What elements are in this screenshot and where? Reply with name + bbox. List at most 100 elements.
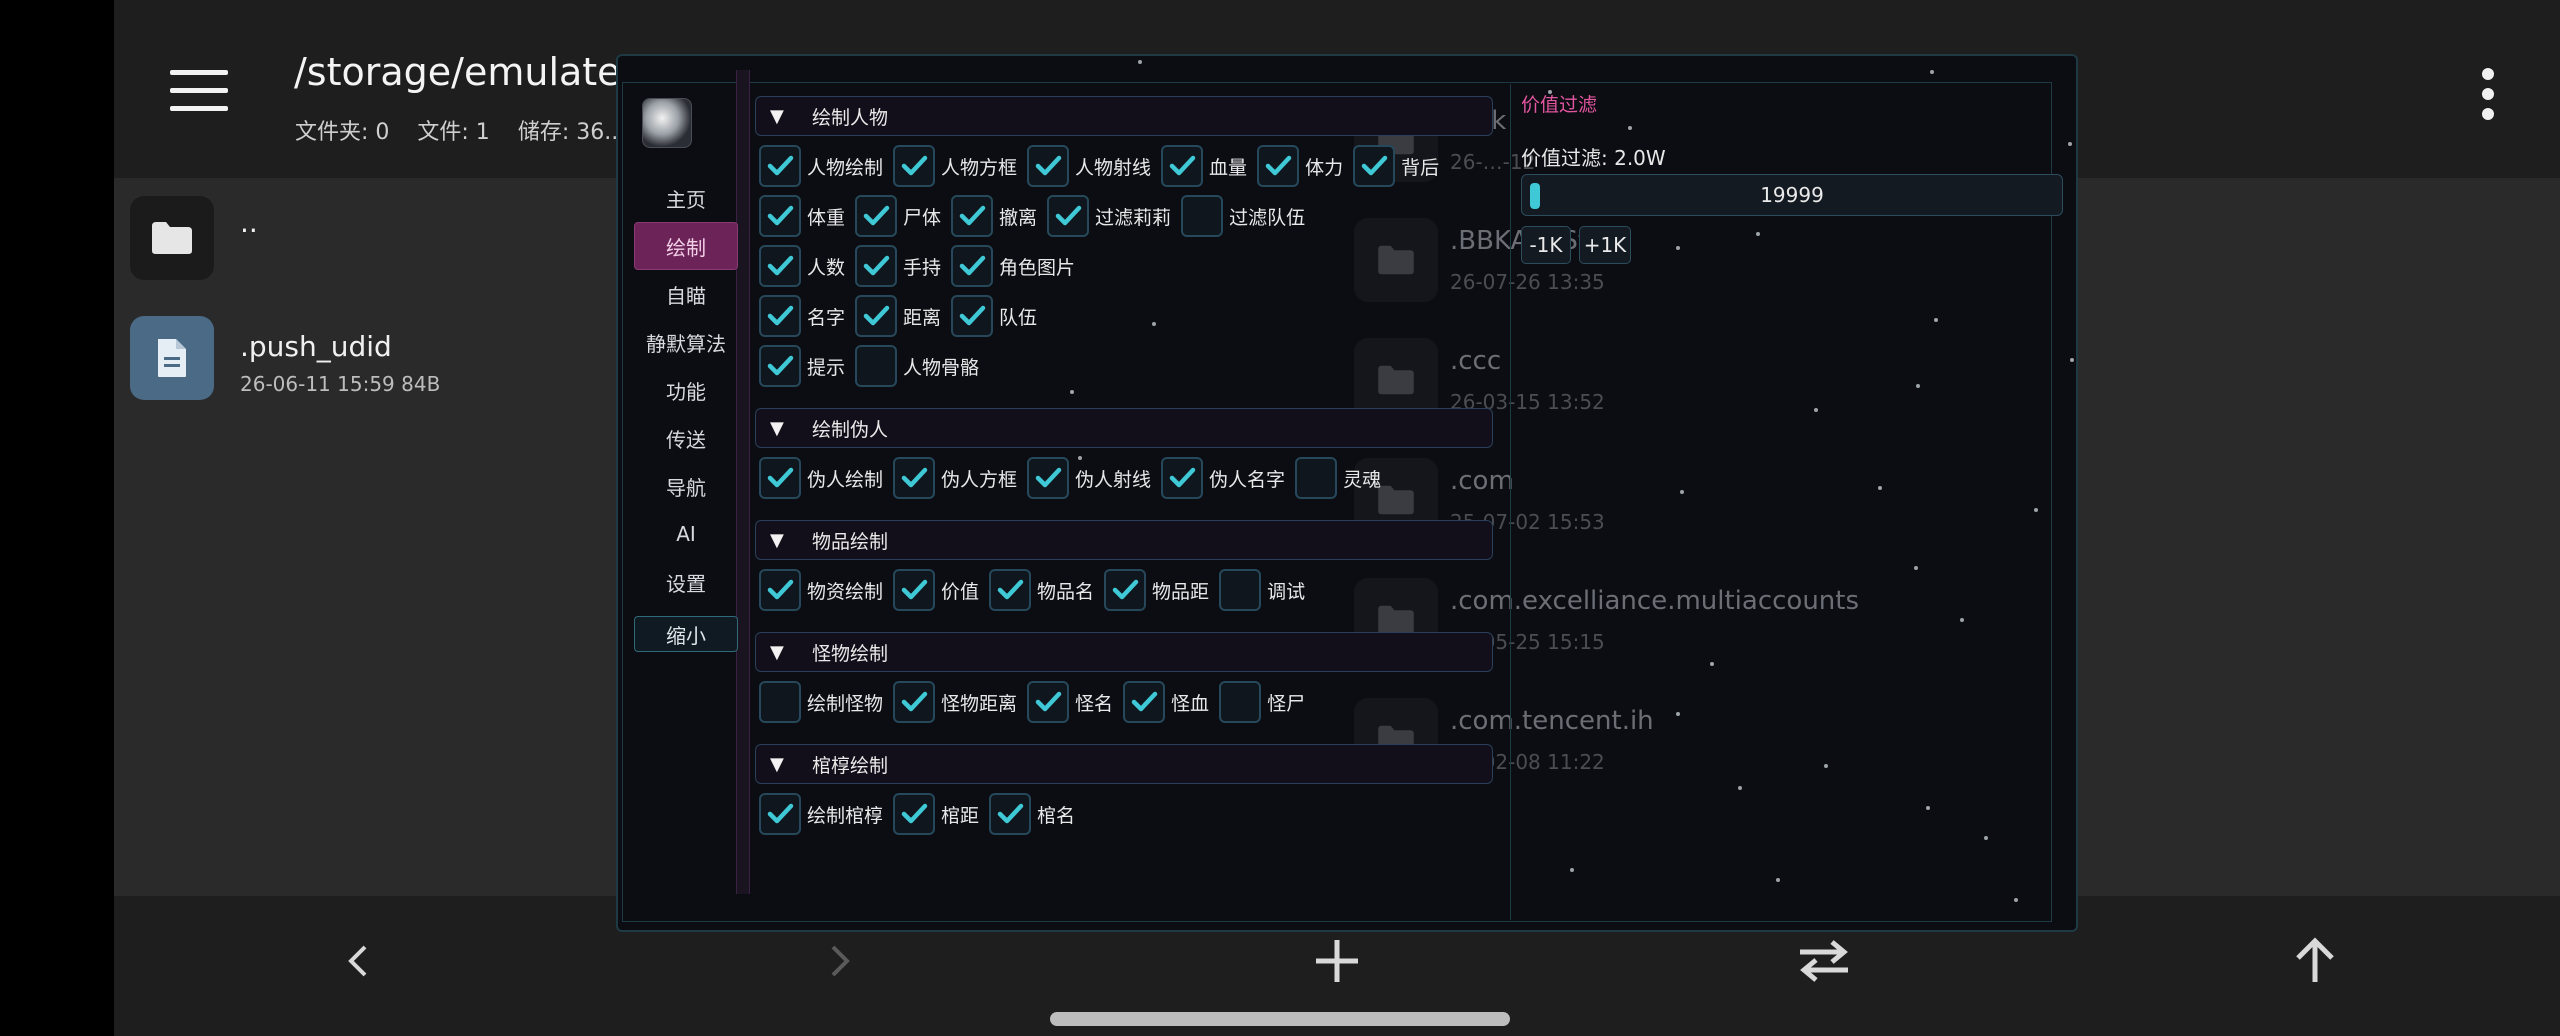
option-toggle[interactable]: 怪名 bbox=[1027, 681, 1117, 723]
menu-icon[interactable] bbox=[170, 70, 228, 112]
sidebar-item[interactable]: 设置 bbox=[634, 558, 738, 606]
option-toggle[interactable]: 过滤队伍 bbox=[1181, 195, 1309, 237]
option-toggle[interactable]: 伪人绘制 bbox=[759, 457, 887, 499]
option-toggle[interactable]: 人物绘制 bbox=[759, 145, 887, 187]
sidebar-item[interactable]: AI bbox=[634, 510, 738, 558]
checkbox-checked[interactable] bbox=[759, 295, 801, 337]
checkbox-unchecked[interactable] bbox=[1219, 569, 1262, 611]
option-toggle[interactable]: 尸体 bbox=[855, 195, 945, 237]
checkbox-unchecked[interactable] bbox=[1181, 195, 1224, 237]
checkbox-checked[interactable] bbox=[989, 569, 1032, 611]
option-toggle[interactable]: 人物骨骼 bbox=[855, 345, 983, 387]
checkbox-checked[interactable] bbox=[1027, 681, 1070, 723]
option-toggle[interactable]: 人物射线 bbox=[1027, 145, 1155, 187]
checkbox-checked[interactable] bbox=[1257, 145, 1300, 187]
checkbox-checked[interactable] bbox=[1047, 195, 1090, 237]
option-toggle[interactable]: 绘制怪物 bbox=[759, 681, 887, 723]
back-arrow-icon[interactable] bbox=[324, 926, 394, 996]
checkbox-checked[interactable] bbox=[951, 245, 994, 287]
checkbox-checked[interactable] bbox=[1027, 457, 1070, 499]
checkbox-checked[interactable] bbox=[1161, 145, 1204, 187]
option-toggle[interactable]: 绘制棺椁 bbox=[759, 793, 887, 835]
option-toggle[interactable]: 血量 bbox=[1161, 145, 1251, 187]
option-toggle[interactable]: 角色图片 bbox=[951, 245, 1079, 287]
checkbox-checked[interactable] bbox=[1104, 569, 1147, 611]
option-toggle[interactable]: 队伍 bbox=[951, 295, 1041, 337]
checkbox-checked[interactable] bbox=[893, 457, 936, 499]
checkbox-checked[interactable] bbox=[1353, 145, 1396, 187]
checkbox-unchecked[interactable] bbox=[1219, 681, 1262, 723]
checkbox-checked[interactable] bbox=[759, 345, 801, 387]
checkbox-checked[interactable] bbox=[951, 195, 994, 237]
checkbox-checked[interactable] bbox=[759, 245, 801, 287]
option-toggle[interactable]: 体重 bbox=[759, 195, 849, 237]
sidebar-item[interactable]: 功能 bbox=[634, 366, 738, 414]
option-toggle[interactable]: 棺名 bbox=[989, 793, 1079, 835]
checkbox-checked[interactable] bbox=[855, 195, 898, 237]
sidebar-item[interactable]: 绘制 bbox=[634, 222, 738, 270]
shrink-button[interactable]: 缩小 bbox=[634, 616, 738, 652]
option-toggle[interactable]: 提示 bbox=[759, 345, 849, 387]
option-toggle[interactable]: 价值 bbox=[893, 569, 983, 611]
decrease-1k-button[interactable]: -1K bbox=[1521, 226, 1571, 264]
option-toggle[interactable]: 灵魂 bbox=[1295, 457, 1385, 499]
checkbox-checked[interactable] bbox=[1123, 681, 1166, 723]
option-toggle[interactable]: 物品距 bbox=[1104, 569, 1213, 611]
avatar[interactable] bbox=[642, 98, 692, 148]
increase-1k-button[interactable]: +1K bbox=[1579, 226, 1631, 264]
checkbox-checked[interactable] bbox=[1161, 457, 1204, 499]
option-toggle[interactable]: 伪人方框 bbox=[893, 457, 1021, 499]
section-header[interactable]: ▼ 绘制伪人 bbox=[755, 408, 1493, 448]
option-toggle[interactable]: 棺距 bbox=[893, 793, 983, 835]
checkbox-checked[interactable] bbox=[855, 295, 898, 337]
option-toggle[interactable]: 物品名 bbox=[989, 569, 1098, 611]
add-icon[interactable] bbox=[1302, 926, 1372, 996]
sidebar-item[interactable]: 静默算法 bbox=[634, 318, 738, 366]
sidebar-item[interactable]: 主页 bbox=[634, 174, 738, 222]
checkbox-checked[interactable] bbox=[759, 195, 801, 237]
forward-arrow-icon[interactable] bbox=[804, 926, 874, 996]
section-header[interactable]: ▼ 物品绘制 bbox=[755, 520, 1493, 560]
checkbox-checked[interactable] bbox=[759, 569, 801, 611]
option-toggle[interactable]: 撤离 bbox=[951, 195, 1041, 237]
option-toggle[interactable]: 过滤莉莉 bbox=[1047, 195, 1175, 237]
section-header[interactable]: ▼ 绘制人物 bbox=[755, 96, 1493, 136]
option-toggle[interactable]: 名字 bbox=[759, 295, 849, 337]
more-options-icon[interactable] bbox=[2482, 68, 2494, 120]
checkbox-checked[interactable] bbox=[759, 145, 801, 187]
option-toggle[interactable]: 体力 bbox=[1257, 145, 1347, 187]
option-toggle[interactable]: 距离 bbox=[855, 295, 945, 337]
section-header[interactable]: ▼ 棺椁绘制 bbox=[755, 744, 1493, 784]
option-toggle[interactable]: 手持 bbox=[855, 245, 945, 287]
checkbox-checked[interactable] bbox=[893, 793, 936, 835]
checkbox-checked[interactable] bbox=[893, 681, 936, 723]
value-filter-slider[interactable]: 19999 bbox=[1521, 174, 2063, 216]
sidebar-item[interactable]: 传送 bbox=[634, 414, 738, 462]
checkbox-checked[interactable] bbox=[951, 295, 994, 337]
option-toggle[interactable]: 怪尸 bbox=[1219, 681, 1309, 723]
checkbox-unchecked[interactable] bbox=[759, 681, 801, 723]
checkbox-checked[interactable] bbox=[893, 145, 936, 187]
option-toggle[interactable]: 人数 bbox=[759, 245, 849, 287]
option-toggle[interactable]: 人物方框 bbox=[893, 145, 1021, 187]
option-toggle[interactable]: 怪物距离 bbox=[893, 681, 1021, 723]
checkbox-checked[interactable] bbox=[759, 793, 801, 835]
checkbox-checked[interactable] bbox=[989, 793, 1032, 835]
section-header[interactable]: ▼ 怪物绘制 bbox=[755, 632, 1493, 672]
sidebar-item[interactable]: 自瞄 bbox=[634, 270, 738, 318]
checkbox-checked[interactable] bbox=[855, 245, 898, 287]
swap-icon[interactable] bbox=[1789, 926, 1859, 996]
checkbox-unchecked[interactable] bbox=[1295, 457, 1338, 499]
option-toggle[interactable]: 伪人名字 bbox=[1161, 457, 1289, 499]
option-toggle[interactable]: 调试 bbox=[1219, 569, 1309, 611]
option-toggle[interactable]: 伪人射线 bbox=[1027, 457, 1155, 499]
home-indicator[interactable] bbox=[1050, 1012, 1510, 1026]
checkbox-checked[interactable] bbox=[759, 457, 801, 499]
sidebar-item[interactable]: 导航 bbox=[634, 462, 738, 510]
option-toggle[interactable]: 物资绘制 bbox=[759, 569, 887, 611]
option-toggle[interactable]: 背后 bbox=[1353, 145, 1443, 187]
checkbox-checked[interactable] bbox=[893, 569, 936, 611]
checkbox-unchecked[interactable] bbox=[855, 345, 898, 387]
option-toggle[interactable]: 怪血 bbox=[1123, 681, 1213, 723]
checkbox-checked[interactable] bbox=[1027, 145, 1070, 187]
